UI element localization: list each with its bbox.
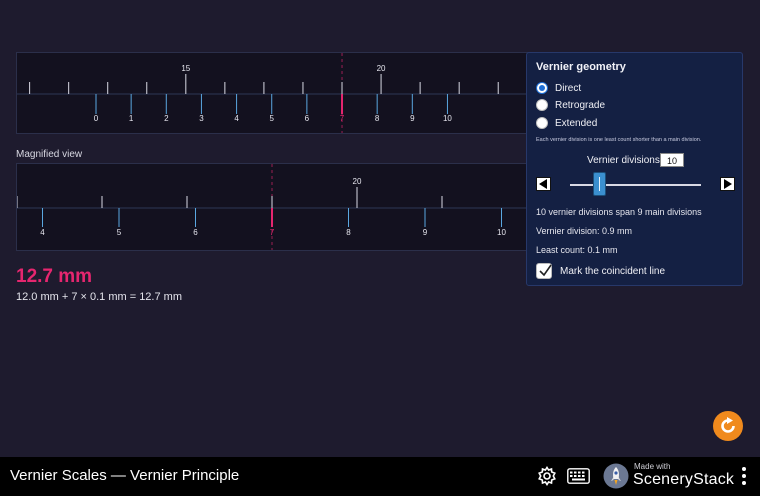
- radio-direct[interactable]: Direct: [536, 82, 581, 94]
- scenerystack-logo[interactable]: [603, 463, 629, 494]
- least-count-text: Least count: 0.1 mm: [536, 245, 618, 255]
- vernier-label: 7: [340, 114, 345, 123]
- magnified-vernier-label: 7: [270, 228, 275, 237]
- panel-title: Vernier geometry: [536, 61, 626, 73]
- magnified-vernier-label: 4: [40, 228, 45, 237]
- checkbox-label: Mark the coincident line: [560, 265, 666, 277]
- vernier-label: 2: [164, 114, 169, 123]
- divisions-slider-track[interactable]: [570, 184, 701, 186]
- magnified-vernier-label: 5: [117, 228, 122, 237]
- divisions-slider-thumb[interactable]: [593, 172, 606, 196]
- vernier-divisions-value[interactable]: 10: [660, 153, 684, 167]
- radio-button[interactable]: [536, 82, 548, 94]
- magnified-vernier-label: 6: [193, 228, 198, 237]
- radio-label: Direct: [555, 82, 582, 94]
- vernier-geometry-panel: Vernier geometry Direct Retrograde Exten…: [526, 52, 743, 286]
- reading-equation: 12.0 mm + 7 × 0.1 mm = 12.7 mm: [16, 291, 182, 303]
- radio-button[interactable]: [536, 99, 548, 111]
- magnified-vernier-label: 10: [497, 228, 506, 237]
- increment-button[interactable]: [720, 177, 735, 191]
- radio-label: Extended: [555, 117, 598, 129]
- checkmark-icon: [539, 264, 552, 277]
- sim-title: Vernier Scales — Vernier Principle: [10, 467, 240, 484]
- magnified-scale-view: 20 4 5 6 7 8 9 10: [16, 163, 536, 251]
- radio-retrograde[interactable]: Retrograde: [536, 99, 605, 111]
- reset-icon: [721, 417, 735, 433]
- geometry-note: Each vernier division is one least count…: [536, 137, 702, 143]
- radio-label: Retrograde: [555, 99, 606, 111]
- vernier-division-text: Vernier division: 0.9 mm: [536, 226, 633, 236]
- vernier-label: 3: [199, 114, 204, 123]
- kebab-menu-icon[interactable]: [741, 467, 747, 487]
- magnified-vernier-label: 8: [346, 228, 351, 237]
- arrow-right-icon: [724, 179, 732, 189]
- main-scale-svg: 15 20 0 1 2 3 4 5 6 7 8 9 10: [17, 53, 535, 133]
- vernier-divisions-label: Vernier divisions: [587, 155, 660, 166]
- vernier-label: 0: [94, 114, 99, 123]
- span-text: 10 vernier divisions span 9 main divisio…: [536, 207, 702, 217]
- magnified-view-label: Magnified view: [16, 149, 83, 160]
- vernier-label: 9: [410, 114, 415, 123]
- magnified-scale-svg: 20 4 5 6 7 8 9 10: [17, 164, 535, 250]
- magnified-vernier-label: 9: [423, 228, 428, 237]
- mark-coincident-checkbox-row[interactable]: Mark the coincident line: [536, 263, 665, 279]
- magnified-main-label: 20: [353, 177, 362, 186]
- gear-icon[interactable]: [537, 466, 557, 491]
- reading-value: 12.7 mm: [16, 266, 93, 287]
- reset-all-button[interactable]: [713, 411, 743, 441]
- made-with-label: Made with: [634, 462, 671, 471]
- decrement-button[interactable]: [536, 177, 551, 191]
- mark-coincident-checkbox[interactable]: [536, 263, 552, 279]
- vernier-label: 10: [443, 114, 452, 123]
- arrow-left-icon: [539, 179, 547, 189]
- vernier-label: 6: [305, 114, 310, 123]
- main-scale-label: 15: [181, 64, 190, 73]
- vernier-label: 4: [234, 114, 239, 123]
- brand-name: SceneryStack: [633, 471, 735, 488]
- vernier-label: 5: [269, 114, 274, 123]
- main-scale-label: 20: [377, 64, 386, 73]
- radio-extended[interactable]: Extended: [536, 117, 597, 129]
- navigation-bar: Vernier Scales — Vernier Principle Made …: [0, 457, 760, 496]
- keyboard-icon[interactable]: [567, 468, 590, 489]
- main-scale-view: 15 20 0 1 2 3 4 5 6 7 8 9 10: [16, 52, 536, 134]
- radio-button[interactable]: [536, 117, 548, 129]
- vernier-label: 1: [129, 114, 134, 123]
- vernier-label: 8: [375, 114, 380, 123]
